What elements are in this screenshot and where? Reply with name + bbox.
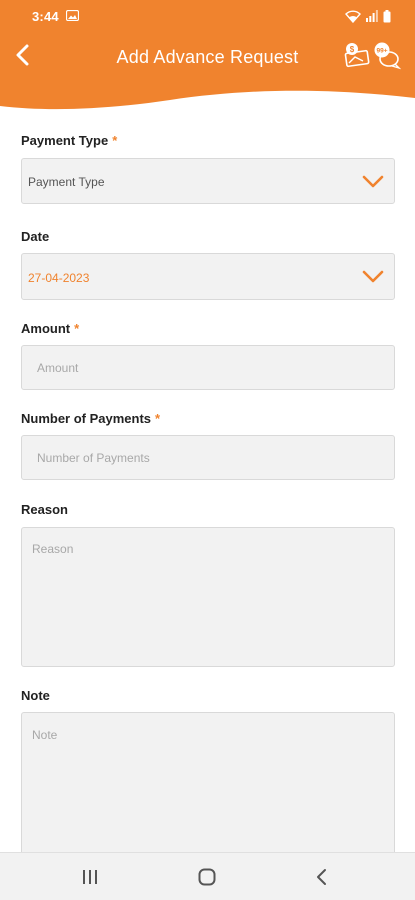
amount-label-text: Amount	[21, 321, 71, 336]
amount-input[interactable]: Amount	[21, 345, 395, 390]
chevron-down-icon[interactable]	[362, 175, 384, 189]
date-value: 27-04-2023	[28, 271, 90, 285]
reason-textarea[interactable]: Reason	[21, 527, 395, 667]
reason-placeholder: Reason	[32, 542, 74, 556]
date-select[interactable]: 27-04-2023	[21, 253, 395, 300]
note-label-text: Note	[21, 688, 50, 703]
cash-badge: $	[350, 45, 355, 54]
signal-icon	[366, 10, 378, 22]
header: 3:44 Add Advance Request $ 99+	[0, 0, 415, 120]
date-label: Date	[21, 229, 49, 244]
payment-type-label-text: Payment Type	[21, 133, 109, 148]
chat-icon[interactable]: 99+	[373, 40, 401, 70]
wifi-icon	[345, 9, 361, 23]
image-icon	[66, 10, 79, 21]
status-time: 3:44	[32, 9, 59, 24]
number-of-payments-label: Number of Payments *	[21, 411, 160, 426]
required-mark: *	[74, 321, 80, 336]
payment-type-select[interactable]: Payment Type	[21, 158, 395, 204]
payment-type-placeholder: Payment Type	[28, 175, 105, 189]
recent-apps-icon[interactable]	[78, 865, 102, 889]
note-placeholder: Note	[32, 728, 58, 742]
battery-icon	[383, 9, 391, 22]
cash-icon[interactable]: $	[343, 40, 371, 70]
home-icon[interactable]	[195, 865, 219, 889]
chat-badge: 99+	[376, 48, 387, 55]
required-mark: *	[112, 133, 118, 148]
status-right-icons	[345, 9, 391, 23]
system-navigation-bar	[0, 852, 415, 900]
amount-label: Amount *	[21, 321, 79, 336]
number-of-payments-label-text: Number of Payments	[21, 411, 152, 426]
header-action-icons: $ 99+	[343, 40, 401, 70]
note-textarea[interactable]: Note	[21, 712, 395, 862]
payment-type-label: Payment Type *	[21, 133, 117, 148]
back-icon[interactable]	[310, 865, 334, 889]
status-bar: 3:44	[0, 0, 415, 34]
reason-label: Reason	[21, 502, 68, 517]
reason-label-text: Reason	[21, 502, 68, 517]
chevron-down-icon[interactable]	[362, 270, 384, 284]
number-of-payments-input[interactable]: Number of Payments	[21, 435, 395, 480]
number-of-payments-placeholder: Number of Payments	[37, 451, 150, 465]
date-label-text: Date	[21, 229, 50, 244]
required-mark: *	[155, 411, 161, 426]
note-label: Note	[21, 688, 50, 703]
amount-placeholder: Amount	[37, 361, 79, 375]
